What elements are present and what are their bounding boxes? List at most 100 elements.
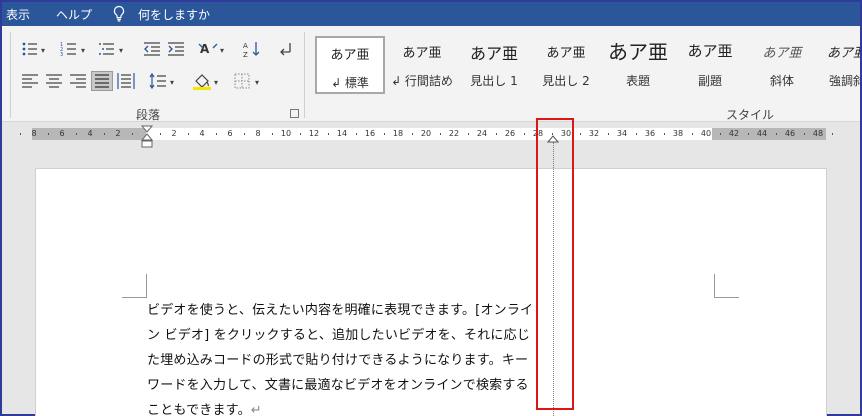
ruler-minor-tick	[692, 133, 693, 135]
style-heading-1[interactable]: あア亜 見出し 1	[459, 36, 529, 94]
group-separator	[304, 32, 305, 118]
ruler-tick-label: 24	[476, 129, 488, 138]
style-name: ↲ 標準	[331, 76, 369, 90]
borders-icon[interactable]	[232, 72, 252, 90]
document-body[interactable]: ビデオを使うと、伝えたい内容を明確に表現できます。[オンライ ン ビデオ] をク…	[147, 298, 557, 416]
ruler-minor-tick	[104, 133, 105, 135]
style-title[interactable]: あア亜 表題	[603, 36, 673, 94]
paragraph-mark-icon[interactable]	[276, 40, 296, 58]
ruler-tick-label: 32	[588, 129, 600, 138]
style-sample: あア亜	[330, 48, 370, 63]
shading-icon[interactable]	[192, 72, 212, 90]
ruler-minor-tick	[76, 133, 77, 135]
ruler-tick-label: 6	[59, 129, 65, 138]
ruler-tick-label: 10	[280, 129, 292, 138]
indent-marker-icon[interactable]	[141, 125, 153, 149]
group-separator	[10, 32, 11, 118]
style-name: 副題	[697, 74, 722, 88]
ruler-minor-tick	[832, 133, 833, 135]
menu-help[interactable]: ヘルプ	[56, 6, 92, 23]
ruler-tick-label: 38	[672, 129, 684, 138]
increase-indent-icon[interactable]	[166, 40, 186, 58]
style-compact[interactable]: あア亜 ↲ 行間詰め	[387, 36, 457, 94]
ruler-tick-label: 20	[420, 129, 432, 138]
ruler-tick-label: 44	[756, 129, 768, 138]
ruler-minor-tick	[608, 133, 609, 135]
style-sample: あア亜	[469, 44, 518, 63]
ruler-minor-tick	[664, 133, 665, 135]
paragraph-end-mark: ↵	[250, 403, 262, 416]
menu-bar: 表示 ヘルプ 何をしますか	[2, 2, 860, 26]
style-name: 見出し 1	[470, 74, 518, 88]
chevron-down-icon[interactable]: ▾	[255, 78, 259, 87]
ruler-minor-tick	[48, 133, 49, 135]
paragraph-group-label: 段落	[136, 108, 161, 122]
chevron-down-icon[interactable]: ▾	[220, 46, 224, 55]
text-line-content: こともできます。	[147, 403, 251, 416]
svg-text:A: A	[200, 42, 210, 56]
ruler-tick-label: 4	[87, 129, 93, 138]
text-line: た埋め込みコードの形式で貼り付けできるようになります。キー	[147, 353, 529, 368]
style-sample: あア亜	[827, 46, 860, 61]
chevron-down-icon[interactable]: ▾	[214, 78, 218, 87]
ruler-minor-tick	[384, 133, 385, 135]
ruler-tick-label: 8	[255, 129, 261, 138]
style-name: 斜体	[769, 74, 794, 88]
align-right-icon[interactable]	[68, 72, 88, 90]
ruler-minor-tick	[776, 133, 777, 135]
text-line: ン ビデオ] をクリックすると、追加したいビデオを、それに応じ	[147, 328, 531, 343]
dialog-launcher-icon[interactable]	[290, 109, 299, 118]
style-sample: あア亜	[546, 46, 586, 61]
distributed-icon[interactable]	[116, 72, 136, 90]
style-sample: あア亜	[402, 46, 442, 61]
ruler-minor-tick	[328, 133, 329, 135]
ruler-tick-label: 4	[199, 129, 205, 138]
ruler-minor-tick	[468, 133, 469, 135]
bullets-icon[interactable]	[20, 40, 40, 58]
style-name: 見出し 2	[542, 74, 590, 88]
style-emphasis[interactable]: あア亜 強調斜	[819, 36, 860, 94]
ruler-tick-label: 22	[448, 129, 460, 138]
text-direction-icon[interactable]: A	[198, 40, 218, 58]
style-standard[interactable]: あア亜 ↲ 標準	[315, 36, 385, 94]
chevron-down-icon[interactable]: ▾	[170, 78, 174, 87]
ruler-minor-tick	[188, 133, 189, 135]
ruler-tick-label: 40	[700, 129, 712, 138]
text-line-last: こともできます。↵	[147, 398, 557, 416]
style-heading-2[interactable]: あア亜 見出し 2	[531, 36, 601, 94]
sort-icon[interactable]: AZ	[242, 40, 262, 58]
chevron-down-icon[interactable]: ▾	[81, 46, 85, 55]
lightbulb-icon[interactable]	[112, 5, 126, 22]
tell-me-search[interactable]: 何をしますか	[138, 6, 210, 23]
style-sample: あア亜	[687, 42, 733, 60]
style-name: 表題	[625, 74, 650, 88]
line-spacing-icon[interactable]	[148, 72, 168, 90]
ruler-minor-tick	[300, 133, 301, 135]
ruler-tick-label: 2	[171, 129, 177, 138]
text-line: ビデオを使うと、伝えたい内容を明確に表現できます。[オンライ	[147, 303, 534, 318]
ruler-minor-tick	[216, 133, 217, 135]
ruler-minor-tick	[272, 133, 273, 135]
chevron-down-icon[interactable]: ▾	[41, 46, 45, 55]
ruler-tick-label: 8	[31, 129, 37, 138]
ribbon: ▾ 123 ▾ ▾ A ▾ AZ ▾ ▾ ▾ 段落 あア亜 ↲ 標準 あア亜 ↲…	[2, 26, 860, 122]
ruler-tick-label: 16	[364, 129, 376, 138]
align-left-icon[interactable]	[20, 72, 40, 90]
crop-mark-top-right	[714, 274, 739, 298]
svg-text:A: A	[243, 42, 248, 50]
style-italic[interactable]: あア亜 斜体	[747, 36, 817, 94]
multilevel-list-icon[interactable]	[97, 40, 117, 58]
crop-mark-top-left	[122, 274, 147, 298]
decrease-indent-icon[interactable]	[142, 40, 162, 58]
ruler-minor-tick	[720, 133, 721, 135]
numbering-icon[interactable]: 123	[59, 40, 79, 58]
style-sample: あア亜	[762, 46, 802, 61]
text-line: ワードを入力して、文書に最適なビデオをオンラインで検索する	[147, 378, 529, 393]
menu-view[interactable]: 表示	[6, 6, 30, 23]
ruler-minor-tick	[748, 133, 749, 135]
justify-icon[interactable]	[91, 71, 113, 91]
chevron-down-icon[interactable]: ▾	[119, 46, 123, 55]
align-center-icon[interactable]	[44, 72, 64, 90]
style-subtitle[interactable]: あア亜 副題	[675, 36, 745, 94]
ruler-minor-tick	[496, 133, 497, 135]
